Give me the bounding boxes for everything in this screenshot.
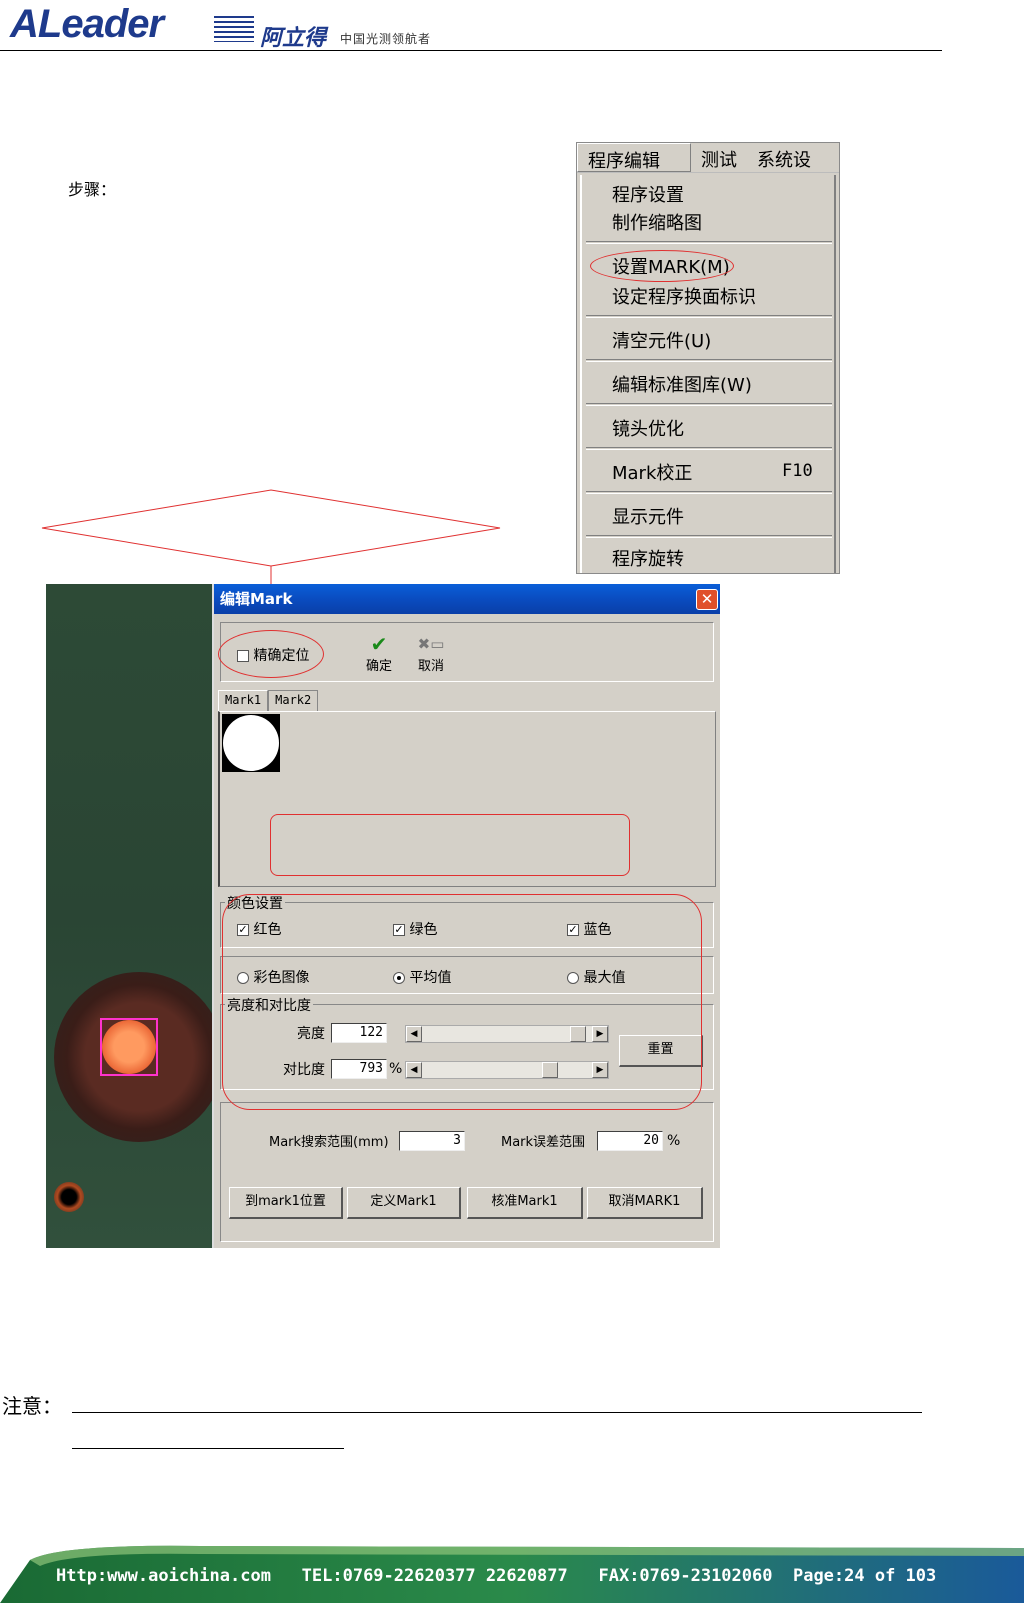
- menu-item-show-parts[interactable]: 显示元件: [612, 503, 684, 529]
- cancel-icon: ✖▭: [417, 635, 445, 653]
- menu-item-rotate-program[interactable]: 程序旋转: [612, 545, 684, 571]
- pcb-hole: [54, 1182, 84, 1212]
- error-range-input[interactable]: 20: [597, 1131, 663, 1151]
- verify-mark1-button[interactable]: 核准Mark1: [467, 1187, 583, 1219]
- define-mark1-button[interactable]: 定义Mark1: [347, 1187, 461, 1219]
- header-divider: [0, 50, 942, 51]
- menu-separator: [586, 447, 832, 450]
- cancel-button[interactable]: ✖▭ 取消: [411, 633, 451, 674]
- cancel-mark1-button[interactable]: 取消MARK1: [587, 1187, 703, 1219]
- steps-label: 步骤：: [68, 180, 117, 199]
- menu-item-program-settings[interactable]: 程序设置: [612, 181, 684, 207]
- mark-tabs: Mark1 Mark2: [218, 690, 319, 712]
- logo-stripes: [214, 16, 254, 42]
- tab-mark1[interactable]: Mark1: [218, 690, 269, 712]
- ok-label: 确定: [365, 659, 392, 674]
- error-percent-label: %: [667, 1133, 681, 1149]
- menu-separator: [586, 241, 832, 244]
- footer-contact: Http:www.aoichina.com TEL:0769-22620377 …: [56, 1566, 936, 1586]
- page-header: ALeader 阿立得 中国光测领航者: [0, 0, 1024, 56]
- menu-item-shortcut: F10: [782, 461, 813, 481]
- tab-mark2[interactable]: Mark2: [268, 690, 319, 712]
- cancel-label: 取消: [417, 659, 444, 674]
- goto-mark1-button[interactable]: 到mark1位置: [229, 1187, 343, 1219]
- menu-item-edit-library[interactable]: 编辑标准图库(W): [612, 371, 752, 397]
- pcb-camera-view: [46, 584, 224, 1248]
- note-label: 注意：: [2, 1394, 62, 1418]
- menu-item-lens-optimize[interactable]: 镜头优化: [612, 415, 684, 441]
- company-slogan: 中国光测领航者: [340, 32, 432, 46]
- menu-separator: [586, 315, 832, 318]
- annotation-color-region: [222, 894, 702, 1110]
- footer-fax: FAX:0769-23102060: [598, 1566, 773, 1586]
- annotation-ellipse-set-mark: [590, 250, 734, 282]
- menu-separator: [586, 359, 832, 362]
- company-logo: ALeader: [10, 2, 164, 46]
- menu-item-make-thumbnail[interactable]: 制作缩略图: [612, 209, 702, 235]
- menu-program-edit[interactable]: 程序编辑: [577, 143, 691, 172]
- menu-separator: [586, 491, 832, 494]
- footer-page: Page:24 of 103: [792, 1566, 937, 1586]
- mark-disc: [223, 715, 279, 771]
- footer-tel: TEL:0769-22620377 22620877: [301, 1566, 568, 1586]
- program-edit-menu: 程序编辑 测试 系统设 程序设置 制作缩略图 设置MARK(M) 设定程序换面标…: [576, 142, 840, 574]
- mark-preview-image: [222, 714, 280, 772]
- dialog-title: 编辑Mark: [214, 584, 720, 614]
- menu-separator: [586, 403, 832, 406]
- ok-button[interactable]: ✔ 确定: [359, 633, 399, 674]
- note-underline: [72, 1412, 922, 1413]
- menu-item-set-side-mark[interactable]: 设定程序换面标识: [612, 283, 756, 309]
- menu-bar: 程序编辑 测试 系统设: [577, 143, 839, 173]
- mark-range-group: Mark搜索范围(mm) 3 Mark误差范围 20 % 到mark1位置 定义…: [220, 1102, 714, 1242]
- menu-dropdown: 程序设置 制作缩略图 设置MARK(M) 设定程序换面标识 清空元件(U) 编辑…: [580, 175, 836, 573]
- annotation-ellipse-precise: [218, 630, 324, 678]
- note-underline: [72, 1448, 344, 1449]
- mark-selection-box[interactable]: [100, 1018, 158, 1076]
- menu-item-mark-calibrate[interactable]: Mark校正: [612, 459, 692, 485]
- checkmark-icon: ✔: [370, 632, 388, 656]
- search-range-label: Mark搜索范围(mm): [269, 1135, 389, 1150]
- menu-separator: [586, 535, 832, 538]
- menu-item-clear-parts[interactable]: 清空元件(U): [612, 327, 711, 353]
- menu-test[interactable]: 测试: [691, 143, 747, 172]
- close-icon[interactable]: ✕: [696, 589, 718, 610]
- annotation-callout-box: [270, 814, 630, 876]
- error-range-label: Mark误差范围: [501, 1135, 586, 1150]
- menu-system[interactable]: 系统设: [747, 143, 821, 172]
- footer-url[interactable]: Http:www.aoichina.com: [56, 1566, 271, 1586]
- company-name-cn: 阿立得: [260, 26, 327, 51]
- search-range-input[interactable]: 3: [399, 1131, 465, 1151]
